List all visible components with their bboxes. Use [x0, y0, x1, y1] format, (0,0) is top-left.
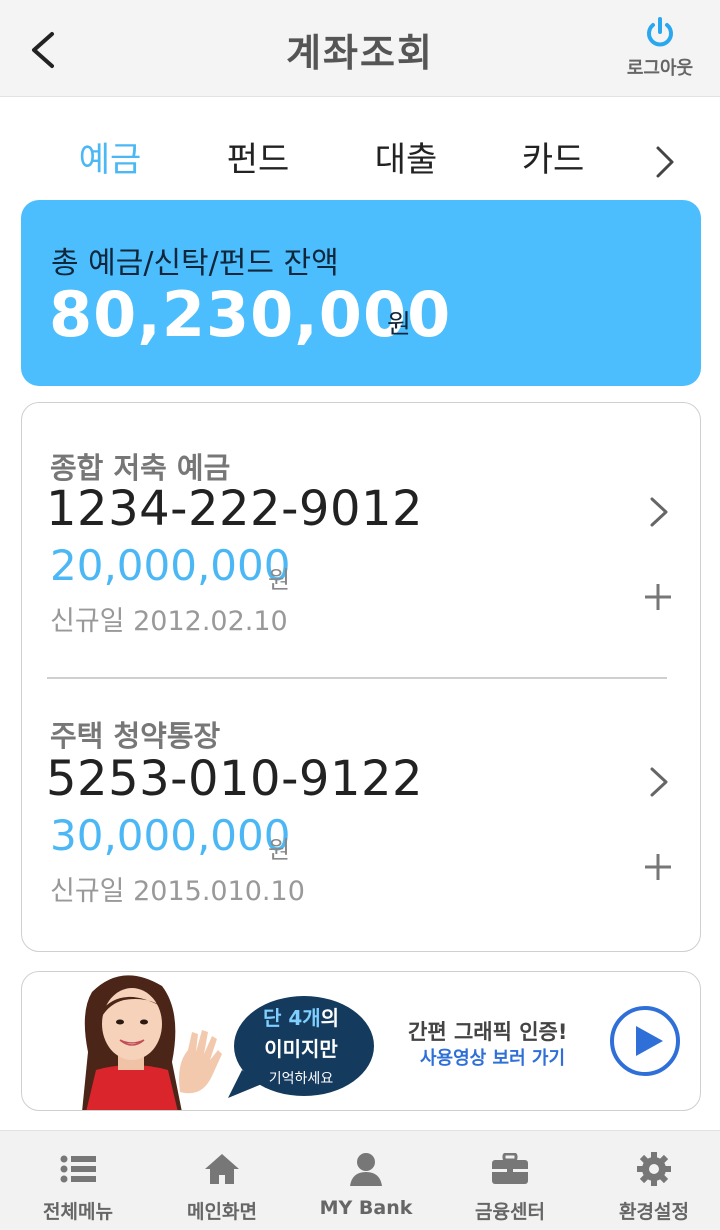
- account-balance-unit: 원: [268, 836, 291, 864]
- banner-title: 간편 그래픽 인증!: [408, 1020, 568, 1044]
- home-icon: [202, 1151, 242, 1187]
- account-item[interactable]: 종합 저축 예금 1234-222-9012 20,000,000 원 신규일 …: [22, 403, 702, 653]
- account-name: 주택 청약통장: [50, 719, 221, 753]
- plus-icon: [645, 854, 671, 880]
- logout-label: 로그아웃: [626, 58, 694, 79]
- bubble-highlight: 단 4개: [262, 1006, 321, 1030]
- tab-deposit[interactable]: 예금: [40, 130, 180, 190]
- category-tabs: 예금 펀드 대출 카드: [0, 130, 720, 194]
- account-detail-button[interactable]: [634, 757, 684, 807]
- account-expand-button[interactable]: [630, 839, 686, 895]
- nav-label: MY Bank: [319, 1197, 413, 1219]
- chevron-right-icon: [650, 497, 668, 527]
- list-icon: [58, 1151, 98, 1187]
- account-balance: 30,000,000: [50, 811, 291, 860]
- play-icon[interactable]: [608, 1004, 682, 1078]
- gear-icon: [634, 1151, 674, 1187]
- nav-label: 전체메뉴: [43, 1201, 113, 1223]
- logout-button[interactable]: 로그아웃: [614, 16, 706, 82]
- header-bar: 계좌조회 로그아웃: [0, 0, 720, 97]
- tab-card[interactable]: 카드: [483, 130, 623, 190]
- tabs-next-button[interactable]: [640, 140, 690, 184]
- account-balance-unit: 원: [268, 566, 291, 594]
- account-expand-button[interactable]: [630, 569, 686, 625]
- nav-finance-center[interactable]: 금융센터: [438, 1131, 582, 1230]
- bubble-line-3: 기억하세요: [268, 1071, 334, 1087]
- total-balance-unit: 원: [387, 310, 411, 340]
- chevron-right-icon: [656, 146, 674, 178]
- total-balance-card: 총 예금/신탁/펀드 잔액 80,230,000 원: [21, 200, 701, 386]
- account-item[interactable]: 주택 청약통장 5253-010-9122 30,000,000 원 신규일 2…: [22, 679, 702, 929]
- tab-loan[interactable]: 대출: [336, 130, 476, 190]
- bubble-suffix: 의: [320, 1006, 340, 1030]
- briefcase-icon: [490, 1151, 530, 1187]
- speech-bubble-text: 단 4개의 이미지만 기억하세요: [228, 1002, 374, 1088]
- bottom-nav: 전체메뉴 메인화면 MY Bank 금융센터 환경설정: [0, 1130, 720, 1230]
- chevron-right-icon: [650, 767, 668, 797]
- nav-label: 메인화면: [187, 1201, 257, 1223]
- nav-my-bank[interactable]: MY Bank: [294, 1131, 438, 1230]
- account-balance: 20,000,000: [50, 541, 291, 590]
- bubble-line-2: 이미지만: [264, 1037, 338, 1061]
- nav-home[interactable]: 메인화면: [150, 1131, 294, 1230]
- total-balance-label: 총 예금/신탁/펀드 잔액: [51, 246, 339, 281]
- account-detail-button[interactable]: [634, 487, 684, 537]
- plus-icon: [645, 584, 671, 610]
- banner-subtitle[interactable]: 사용영상 보러 가기: [420, 1044, 565, 1070]
- power-icon: [647, 17, 673, 47]
- tab-fund[interactable]: 펀드: [188, 130, 328, 190]
- account-number: 1234-222-9012: [46, 481, 424, 537]
- nav-label: 금융센터: [475, 1201, 545, 1223]
- bubble-line-1: 단 4개의: [228, 1002, 374, 1031]
- account-list: 종합 저축 예금 1234-222-9012 20,000,000 원 신규일 …: [21, 402, 701, 952]
- account-opened-date: 신규일 2015.010.10: [50, 876, 305, 907]
- nav-label: 환경설정: [619, 1201, 689, 1223]
- model-illustration: [82, 975, 222, 1110]
- promo-banner[interactable]: 단 4개의 이미지만 기억하세요 간편 그래픽 인증! 사용영상 보러 가기: [21, 971, 701, 1111]
- account-number: 5253-010-9122: [46, 751, 424, 807]
- nav-all-menu[interactable]: 전체메뉴: [6, 1131, 150, 1230]
- user-icon: [346, 1151, 386, 1187]
- nav-settings[interactable]: 환경설정: [582, 1131, 720, 1230]
- page-title: 계좌조회: [286, 31, 434, 75]
- account-opened-date: 신규일 2012.02.10: [50, 606, 288, 637]
